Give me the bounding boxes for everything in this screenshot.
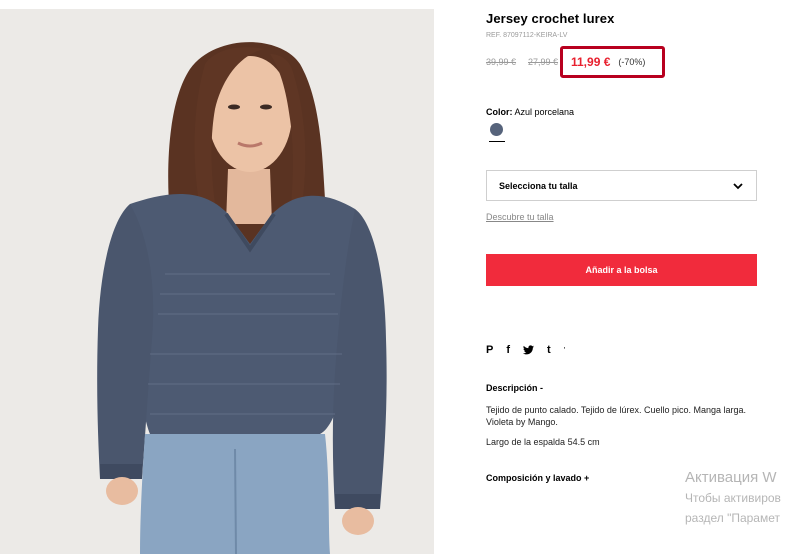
description-text: Tejido de punto calado. Tejido de lúrex.… <box>486 405 747 427</box>
composition-heading[interactable]: Composición y lavado + <box>486 473 589 483</box>
pinterest-icon[interactable]: P <box>486 344 493 356</box>
watermark-line-2: раздел "Парамет <box>685 511 780 525</box>
add-to-bag-button[interactable]: Añadir a la bolsa <box>486 254 757 286</box>
facebook-icon[interactable]: f <box>506 344 510 356</box>
discount-badge: (-70%) <box>618 57 646 67</box>
model-photo-illustration <box>0 9 434 554</box>
product-image[interactable] <box>0 9 434 554</box>
color-value: Azul porcelana <box>514 107 575 117</box>
selected-swatch-indicator <box>489 141 505 142</box>
sale-price-highlight: 11,99 € (-70%) <box>560 46 665 78</box>
color-info: Color: Azul porcelana <box>486 107 574 117</box>
watermark-title: Активация W <box>685 469 777 486</box>
sale-price: 11,99 € <box>571 55 611 69</box>
original-price: 39,99 € <box>486 57 517 67</box>
description-length: Largo de la espalda 54.5 cm <box>486 437 600 447</box>
size-select-label: Selecciona tu talla <box>499 180 578 191</box>
size-select[interactable]: Selecciona tu talla <box>486 170 757 201</box>
more-share-icon[interactable]: ' <box>564 346 566 355</box>
color-label: Color: <box>486 107 513 117</box>
product-reference: REF. 87097112-KEIRA-LV <box>486 32 568 39</box>
description-heading[interactable]: Descripción - <box>486 383 543 393</box>
chevron-down-icon <box>733 182 743 189</box>
windows-activation-watermark: Активация W Чтобы активиров раздел "Пара… <box>685 468 792 528</box>
share-bar: P f t ' <box>486 344 565 356</box>
product-title: Jersey crochet lurex <box>486 11 615 26</box>
twitter-icon[interactable] <box>523 345 535 355</box>
tumblr-icon[interactable]: t <box>547 344 551 356</box>
watermark-line-1: Чтобы активиров <box>685 491 781 505</box>
size-guide-link[interactable]: Descubre tu talla <box>486 212 554 222</box>
color-swatch[interactable] <box>490 123 503 136</box>
previous-price: 27,99 € <box>528 57 559 67</box>
